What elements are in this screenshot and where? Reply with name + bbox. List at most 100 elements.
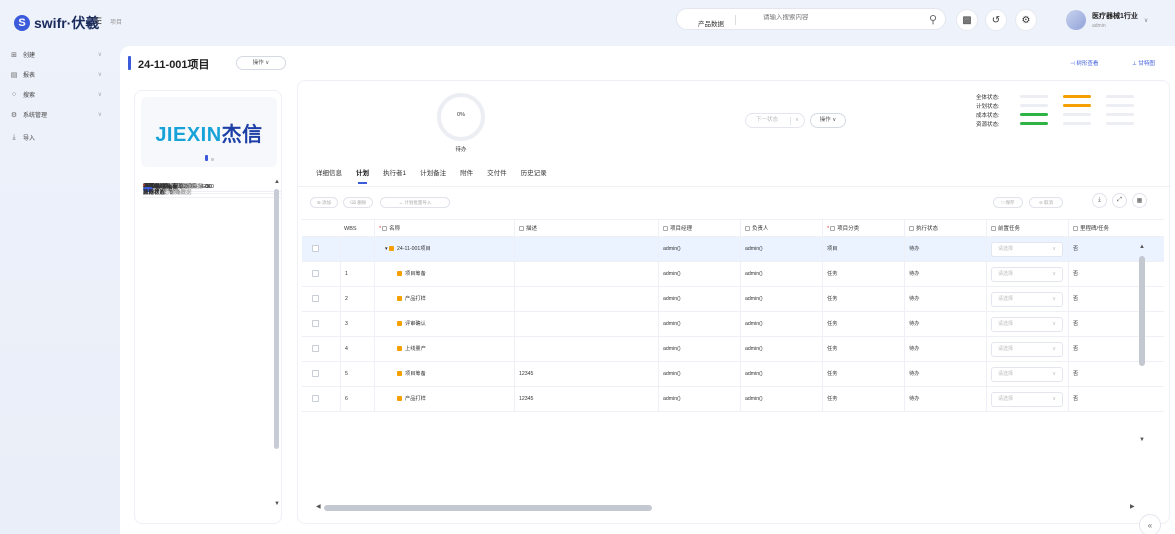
info-scrollbar[interactable]: ▲ ▼ [274,179,280,509]
row-checkbox[interactable] [312,295,319,302]
cell-owner[interactable]: admin() [740,337,822,361]
col-owner[interactable]: 负责人 [740,220,822,238]
menu-toggle-icon[interactable]: ☰ [94,16,102,27]
cell-exec[interactable]: 待办 [904,237,986,261]
notification-settings-icon[interactable]: ⚙ [1015,9,1037,31]
cell-desc[interactable]: 12345 [514,362,658,386]
col-exec-status[interactable]: 执行状态 [904,220,986,238]
cell-desc[interactable] [514,237,658,261]
col-desc[interactable]: 描述 [514,220,658,238]
scroll-down-icon[interactable]: ▼ [274,501,280,507]
cell-owner[interactable]: admin() [740,262,822,286]
cell-wbs[interactable] [340,237,374,261]
cell-exec[interactable]: 待办 [904,337,986,361]
row-checkbox[interactable] [312,245,319,252]
table-hscrollbar[interactable]: ◀ ▶ [302,503,1138,511]
cell-mile[interactable]: 否 [1068,337,1164,361]
col-milestone[interactable]: 里程碑/任务 [1068,220,1164,238]
search-scope-select[interactable]: 产品数据 [698,18,724,28]
row-checkbox[interactable] [312,345,319,352]
sidebar-item-search[interactable]: ○ 搜索 ∨ [10,90,102,99]
cell-owner[interactable]: admin() [740,237,822,261]
cell-name[interactable]: 产品打样 [374,387,514,411]
predecessor-select[interactable]: 请选择 [991,392,1063,407]
table-row[interactable]: 4上线量产admin()admin()任务待办请选择否 [302,337,1164,362]
cell-desc[interactable] [514,337,658,361]
user-menu[interactable]: 医疗器械1行业 admin ∨ [1066,10,1148,30]
row-checkbox[interactable] [312,395,319,402]
cell-wbs[interactable]: 2 [340,287,374,311]
cell-predecessor[interactable]: 请选择 [986,312,1068,336]
sidebar-item-import[interactable]: ⤓ 导入 [10,133,102,143]
cell-predecessor[interactable]: 请选择 [986,287,1068,311]
cell-desc[interactable] [514,287,658,311]
app-logo[interactable]: S swifr·伏羲 [14,13,99,33]
sidebar-item-create[interactable]: ⊞ 创建 ∨ [10,50,102,60]
scroll-up-icon[interactable]: ▲ [274,179,280,185]
cell-pm[interactable]: admin() [658,362,740,386]
predecessor-select[interactable]: 请选择 [991,342,1063,357]
collapse-panel-icon[interactable]: « [1139,514,1161,534]
predecessor-select[interactable]: 请选择 [991,317,1063,332]
cell-wbs[interactable]: 4 [340,337,374,361]
scroll-up-icon[interactable]: ▲ [1139,244,1145,250]
cell-name[interactable]: 产品打样 [374,287,514,311]
delete-button[interactable]: ⌫ 删除 [343,197,373,208]
cell-name[interactable]: 项目筹备 [374,362,514,386]
cell-exec[interactable]: 待办 [904,312,986,336]
cell-mile[interactable]: 否 [1068,262,1164,286]
cell-exec[interactable]: 待办 [904,287,986,311]
table-vscrollbar[interactable]: ▲ ▼ [1139,244,1145,444]
cell-pm[interactable]: admin() [658,337,740,361]
search-icon[interactable]: ⚲ [929,13,937,26]
cell-owner[interactable]: admin() [740,312,822,336]
cell-wbs[interactable]: 6 [340,387,374,411]
breadcrumb[interactable]: 项目 [110,17,122,26]
cell-cat[interactable]: 任务 [822,362,904,386]
state-operations-button[interactable]: 操作 ∨ [810,113,846,128]
table-row[interactable]: 6产品打样12345admin()admin()任务待办请选择否 [302,387,1164,412]
history-icon[interactable]: ↺ [985,9,1007,31]
scroll-down-icon[interactable]: ▼ [1139,437,1145,443]
cell-mile[interactable]: 否 [1068,362,1164,386]
row-checkbox[interactable] [312,270,319,277]
predecessor-select[interactable]: 请选择 [991,267,1063,282]
cell-predecessor[interactable]: 请选择 [986,237,1068,261]
sidebar-item-system[interactable]: ⚙ 系统管理 ∨ [10,110,102,120]
table-row[interactable]: ▾ 24-11-001项目admin()admin()项目待办请选择否 [302,237,1164,262]
col-predecessor[interactable]: 前置任务 [986,220,1068,238]
tab-history[interactable]: 历史记录 [521,167,547,181]
col-pm[interactable]: 项目经理 [658,220,740,238]
cell-mile[interactable]: 否 [1068,387,1164,411]
carousel-indicator[interactable] [205,155,214,161]
cell-pm[interactable]: admin() [658,262,740,286]
col-name[interactable]: * 名称 [374,220,514,238]
tab-attachments[interactable]: 附件 [460,167,473,181]
cancel-button[interactable]: ⊘ 取消 [1029,197,1063,208]
cell-cat[interactable]: 任务 [822,387,904,411]
scrollbar-thumb[interactable] [274,189,279,449]
save-button[interactable]: □ 保存 [993,197,1023,208]
cell-pm[interactable]: admin() [658,237,740,261]
cell-mile[interactable]: 否 [1068,237,1164,261]
cell-predecessor[interactable]: 请选择 [986,362,1068,386]
cell-exec[interactable]: 待办 [904,362,986,386]
cell-name[interactable]: 上线量产 [374,337,514,361]
batch-import-button[interactable]: ↔ 计划批量导入 [380,197,450,208]
col-wbs[interactable]: WBS [340,220,374,238]
predecessor-select[interactable]: 请选择 [991,367,1063,382]
cell-cat[interactable]: 项目 [822,237,904,261]
cell-pm[interactable]: admin() [658,312,740,336]
table-row[interactable]: 2产品打样admin()admin()任务待办请选择否 [302,287,1164,312]
cell-pm[interactable]: admin() [658,387,740,411]
row-checkbox[interactable] [312,370,319,377]
cell-name[interactable]: ▾ 24-11-001项目 [374,237,514,261]
scrollbar-thumb[interactable] [324,505,652,511]
sidebar-item-report[interactable]: ▤ 报表 ∨ [10,70,102,80]
cell-name[interactable]: 评审确认 [374,312,514,336]
scroll-right-icon[interactable]: ▶ [1130,503,1135,510]
cell-cat[interactable]: 任务 [822,312,904,336]
cell-wbs[interactable]: 5 [340,362,374,386]
cell-pm[interactable]: admin() [658,287,740,311]
cell-wbs[interactable]: 1 [340,262,374,286]
